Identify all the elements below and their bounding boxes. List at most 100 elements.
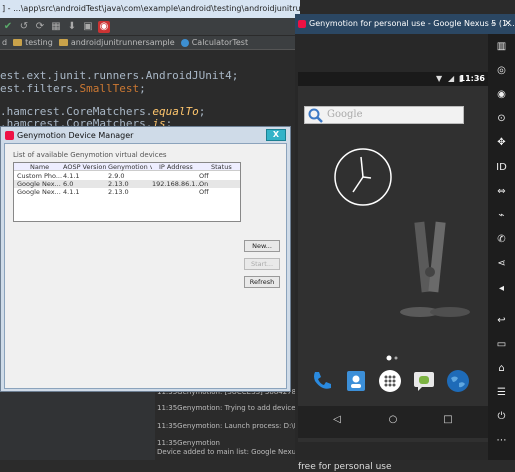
analog-clock-widget[interactable] — [333, 147, 393, 207]
console-line: 11:35Genymotion: Trying to add device to… — [157, 404, 300, 412]
breadcrumb-item[interactable]: testing — [13, 36, 53, 49]
code-line: est.ext.junit.runners.AndroidJUnit4; — [0, 69, 239, 82]
device-status: On — [199, 180, 209, 188]
volume-icon[interactable]: ◂ — [488, 279, 515, 299]
messaging-app-icon[interactable] — [412, 369, 436, 393]
home-icon[interactable]: ⌂ — [488, 359, 515, 379]
wifi-icon: ▼ — [436, 74, 443, 83]
device-status: Off — [199, 172, 209, 180]
table-row[interactable]: Custom Pho... 4.1.1 2.9.0 Off — [14, 172, 240, 180]
dialog-title: Genymotion Device Manager — [17, 130, 134, 140]
avd-manager-icon[interactable]: ▣ — [82, 21, 94, 33]
navigation-bar: ◁ ○ □ — [298, 406, 488, 438]
breadcrumb: d testing androidjunitrunnersample Calcu… — [0, 36, 300, 50]
new-device-button[interactable]: New... — [244, 240, 280, 252]
code-line: est.filters.SmallTest; — [0, 82, 146, 95]
sdk-manager-icon[interactable]: ⬇ — [66, 21, 78, 33]
gps-widget-icon[interactable]: ◎ — [488, 61, 515, 81]
column-header[interactable]: Name — [30, 163, 49, 171]
structure-icon[interactable]: ▦ — [50, 21, 62, 33]
search-placeholder: Google — [327, 109, 363, 120]
search-icon — [308, 108, 323, 123]
table-header: Name AOSP Version Genymotion v... IP Add… — [14, 163, 240, 171]
android-studio-toolbar: ✔ ↺ ⟳ ▦ ⬇ ▣ ◉ — [0, 18, 300, 36]
close-icon[interactable]: ✕ — [501, 14, 515, 34]
breadcrumb-item[interactable]: androidjunitrunnersample — [58, 36, 175, 49]
folder-icon — [58, 39, 68, 46]
remote-control-icon[interactable]: ✥ — [488, 133, 515, 153]
aosp-version: 6.0 — [63, 180, 74, 188]
more-icon[interactable]: ⋯ — [488, 431, 515, 451]
dialog-titlebar[interactable]: Genymotion Device Manager — [1, 127, 290, 143]
table-row[interactable]: Google Nex... 4.1.1 2.13.0 Off — [14, 188, 240, 196]
class-icon — [180, 38, 189, 47]
start-device-button[interactable]: Start... — [244, 258, 280, 270]
browser-app-icon[interactable] — [446, 369, 470, 393]
column-header[interactable]: Genymotion v... — [108, 163, 152, 171]
wallpaper-clothespin-image — [400, 221, 470, 317]
console-line: Device added to main list: Google Nexus — [157, 448, 300, 456]
genymotion-version: 2.9.0 — [108, 172, 125, 180]
console-line: 11:35Genymotion: Launch process: D:\Prog… — [157, 422, 300, 430]
app-drawer-icon[interactable] — [378, 369, 402, 393]
genymotion-logo-icon — [298, 20, 306, 28]
genymotion-logo-icon — [5, 130, 14, 140]
column-header[interactable]: AOSP Version — [63, 163, 106, 171]
emulator-titlebar[interactable]: Genymotion for personal use - Google Nex… — [295, 14, 515, 34]
contacts-app-icon[interactable] — [344, 369, 368, 393]
column-header[interactable]: Status — [211, 163, 232, 171]
status-clock: 11:36 — [459, 74, 485, 83]
back-icon[interactable]: ◁ — [330, 414, 344, 425]
status-bar: ▼ ◢ ▮ 11:36 — [298, 72, 488, 86]
webcam-widget-icon[interactable]: ◉ — [488, 85, 515, 105]
genymotion-version: 2.13.0 — [108, 180, 129, 188]
tool-window-gutter — [0, 380, 155, 460]
undo-icon[interactable]: ↺ — [18, 21, 30, 33]
network-widget-icon[interactable]: ⇔ — [488, 182, 515, 202]
home-icon[interactable]: ○ — [386, 414, 400, 425]
breadcrumb-item[interactable]: CalculatorTest — [180, 36, 248, 49]
console-output[interactable]: 11:35Genymotion: [SUCCESS] 38842780-8e1e… — [155, 380, 300, 460]
battery-widget-icon[interactable]: ▥ — [488, 37, 515, 57]
device-list-caption: List of available Genymotion virtual dev… — [13, 151, 167, 159]
device-name: Google Nex... — [17, 180, 61, 188]
signal-icon: ◢ — [448, 74, 455, 83]
minimize-icon[interactable]: – — [485, 14, 501, 34]
personal-use-watermark: free for personal use — [298, 462, 392, 472]
phone-app-icon[interactable] — [310, 369, 334, 393]
back-icon[interactable]: ↩ — [488, 311, 515, 331]
menu-icon[interactable]: ☰ — [488, 383, 515, 403]
google-search-bar[interactable]: Google — [304, 106, 464, 124]
folder-icon — [13, 39, 23, 46]
column-header[interactable]: IP Address — [159, 163, 193, 171]
device-id-icon[interactable]: ID — [488, 158, 515, 178]
recents-icon[interactable]: □ — [441, 414, 455, 425]
console-line: 11:35Genymotion — [157, 439, 220, 447]
dialog-body: List of available Genymotion virtual dev… — [4, 143, 287, 389]
refresh-button[interactable]: Refresh — [244, 276, 280, 288]
emulator-title: Genymotion for personal use - Google Nex… — [309, 19, 515, 28]
device-manager-dialog: Genymotion Device Manager X List of avai… — [0, 126, 291, 392]
sync-icon[interactable]: ⟳ — [34, 21, 46, 33]
genymotion-window: Genymotion for personal use - Google Nex… — [295, 14, 515, 472]
ip-address: 192.168.86.1... — [152, 180, 202, 188]
table-row[interactable]: Google Nex... 6.0 2.13.0 192.168.86.1...… — [14, 180, 240, 188]
device-table: Name AOSP Version Genymotion v... IP Add… — [13, 162, 241, 222]
power-icon[interactable]: ⏻ — [488, 407, 515, 427]
breadcrumb-item[interactable]: d — [2, 36, 7, 49]
emulator-side-toolbar: ▥ ◎ ◉ ⊙ ✥ ID ⇔ ⌁ ✆ ⋖ ◂ ↩ ▭ ⌂ ☰ ⏻ ⋯ — [488, 34, 515, 460]
capture-widget-icon[interactable]: ⊙ — [488, 109, 515, 129]
share-icon[interactable]: ⋖ — [488, 254, 515, 274]
device-name: Google Nex... — [17, 188, 61, 196]
genymotion-icon[interactable]: ◉ — [98, 20, 110, 33]
page-indicator — [386, 355, 398, 361]
android-screen[interactable]: ▼ ◢ ▮ 11:36 Google ◁ ○ □ free for person… — [298, 72, 488, 472]
aosp-version: 4.1.1 — [63, 188, 80, 196]
device-name: Custom Pho... — [17, 172, 63, 180]
rss-icon[interactable]: ⌁ — [488, 206, 515, 226]
run-icon[interactable]: ✔ — [2, 21, 14, 33]
recent-apps-icon[interactable]: ▭ — [488, 335, 515, 355]
aosp-version: 4.1.1 — [63, 172, 80, 180]
close-button[interactable]: X — [266, 129, 286, 141]
phone-widget-icon[interactable]: ✆ — [488, 230, 515, 250]
